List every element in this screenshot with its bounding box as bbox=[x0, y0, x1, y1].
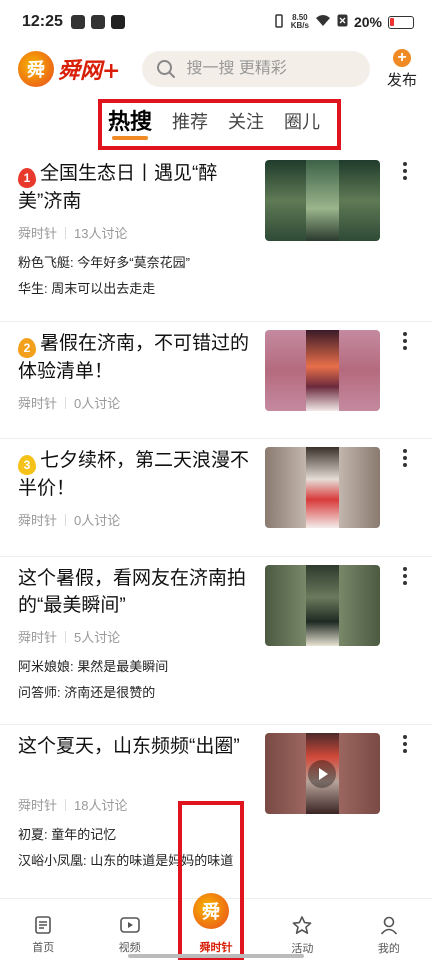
tiktok-icon bbox=[110, 15, 125, 29]
vibrate-icon bbox=[273, 13, 285, 31]
comment-user: 阿米娘娘 bbox=[18, 659, 71, 674]
feed-item-title-text: 七夕续杯，第二天浪漫不半价！ bbox=[18, 450, 250, 499]
star-icon bbox=[293, 916, 312, 934]
feed-item-title-text: 暑假在济南，不可错过的体验清单！ bbox=[18, 333, 250, 382]
comment-text: 周末可以出去走走 bbox=[51, 281, 156, 296]
more-options-icon[interactable] bbox=[398, 733, 412, 755]
feed-item-title: 3 七夕续杯，第二天浪漫不半价！ bbox=[18, 447, 250, 502]
feed-item-video-thumbnail[interactable] bbox=[265, 733, 380, 814]
source-label: 舜时针 bbox=[18, 630, 58, 645]
comment-user: 华生 bbox=[18, 281, 45, 296]
nav-home[interactable]: 首页 bbox=[0, 899, 86, 964]
net-speed-unit: KB/s bbox=[290, 21, 309, 30]
tab-hot-search[interactable]: 热搜 bbox=[108, 102, 152, 140]
feed-item-title: 2 暑假在济南，不可错过的体验清单！ bbox=[18, 330, 250, 385]
feed-item-title: 这个夏天，山东频频“出圈” bbox=[18, 733, 250, 760]
comment: 粉色飞艇: 今年好多“莫奈花园” bbox=[18, 255, 190, 270]
feed-item-thumbnail[interactable] bbox=[265, 447, 380, 528]
discussion-count: 5人讨论 bbox=[74, 630, 121, 645]
app-header: 舜 舜网+ + 发布 bbox=[0, 44, 432, 94]
comment-text: 今年好多“莫奈花园” bbox=[77, 255, 190, 270]
net-speed: 8.50 KB/s bbox=[291, 14, 309, 30]
source-label: 舜时针 bbox=[18, 513, 58, 528]
app-logo-icon: 舜 bbox=[18, 51, 54, 87]
discussion-count: 0人讨论 bbox=[74, 396, 121, 411]
feed-item-thumbnail[interactable] bbox=[265, 160, 380, 241]
feed-list: 1 全国生态日丨遇见“醉美”济南 舜时针 13人讨论 粉色飞艇: 今年好多“莫奈花园… bbox=[0, 152, 432, 885]
comment-user: 粉色飞艇 bbox=[18, 255, 71, 270]
feed-item[interactable]: 3 七夕续杯，第二天浪漫不半价！ 舜时针 0人讨论 bbox=[0, 439, 432, 557]
comment-list: 阿米娘娘: 果然是最美瞬间 问答师: 济南还是很赞的 bbox=[18, 654, 380, 706]
app-logo-text: 舜网+ bbox=[58, 58, 121, 84]
video-icon bbox=[119, 917, 140, 933]
feed-item[interactable]: 这个暑假，看网友在济南拍的“最美瞬间” 舜时针 5人讨论 阿米娘娘: 果然是最美瞬… bbox=[0, 557, 432, 725]
rank-badge: 3 bbox=[18, 455, 36, 475]
feed-item-thumbnail[interactable] bbox=[265, 330, 380, 411]
publish-label: 发布 bbox=[386, 71, 417, 89]
search-box[interactable] bbox=[142, 51, 371, 87]
source-label: 舜时针 bbox=[18, 226, 58, 241]
nav-profile[interactable]: 我的 bbox=[346, 899, 432, 964]
tab-circles[interactable]: 圈儿 bbox=[284, 102, 320, 134]
comment-user: 汉峪小凤凰 bbox=[18, 853, 84, 868]
comment: 问答师: 济南还是很赞的 bbox=[18, 685, 156, 700]
publish-button[interactable]: + 发布 bbox=[384, 48, 420, 90]
tab-follow[interactable]: 关注 bbox=[228, 102, 264, 134]
status-bar: 12:25 8.50 KB/s 20% bbox=[0, 0, 432, 44]
nav-video-label: 视频 bbox=[118, 942, 141, 954]
plus-icon: + bbox=[393, 48, 411, 67]
mail-icon bbox=[90, 15, 105, 29]
nav-highlight-frame bbox=[178, 801, 244, 960]
status-right: 8.50 KB/s 20% bbox=[273, 14, 414, 31]
comment-text: 济南还是很赞的 bbox=[64, 685, 156, 700]
comment-text: 童年的记忆 bbox=[51, 827, 117, 842]
feed-item-title: 这个暑假，看网友在济南拍的“最美瞬间” bbox=[18, 565, 250, 619]
sim-off-icon bbox=[337, 14, 348, 30]
notification-icon bbox=[70, 15, 85, 29]
comment-list: 粉色飞艇: 今年好多“莫奈花园” 华生: 周末可以出去走走 bbox=[18, 250, 380, 302]
feed-item-title-text: 全国生态日丨遇见“醉美”济南 bbox=[18, 163, 218, 212]
discussion-count: 18人讨论 bbox=[74, 798, 128, 813]
tab-recommend[interactable]: 推荐 bbox=[172, 102, 208, 134]
source-label: 舜时针 bbox=[18, 798, 58, 813]
source-label: 舜时针 bbox=[18, 396, 58, 411]
user-icon bbox=[380, 916, 397, 935]
feed-item-title-text: 这个夏天，山东频频“出圈” bbox=[18, 736, 240, 757]
nav-profile-label: 我的 bbox=[377, 943, 400, 955]
comment-user: 问答师 bbox=[18, 685, 58, 700]
rank-badge: 2 bbox=[18, 338, 36, 358]
search-input[interactable] bbox=[186, 60, 357, 78]
more-options-icon[interactable] bbox=[398, 447, 412, 469]
battery-percent: 20% bbox=[353, 14, 382, 30]
comment: 华生: 周末可以出去走走 bbox=[18, 281, 156, 296]
more-options-icon[interactable] bbox=[398, 330, 412, 352]
feed-item[interactable]: 1 全国生态日丨遇见“醉美”济南 舜时针 13人讨论 粉色飞艇: 今年好多“莫奈花园… bbox=[0, 152, 432, 322]
feed-item[interactable]: 2 暑假在济南，不可错过的体验清单！ 舜时针 0人讨论 bbox=[0, 322, 432, 439]
home-indicator[interactable] bbox=[128, 954, 304, 958]
search-icon bbox=[157, 60, 176, 78]
battery-icon bbox=[388, 15, 414, 29]
feed-tabs: 热搜 推荐 关注 圈儿 bbox=[108, 102, 340, 146]
news-icon bbox=[35, 916, 52, 934]
nav-home-label: 首页 bbox=[32, 942, 55, 954]
more-options-icon[interactable] bbox=[398, 565, 412, 587]
feed-item-title-text: 这个暑假，看网友在济南拍的“最美瞬间” bbox=[18, 568, 247, 616]
discussion-count: 0人讨论 bbox=[74, 513, 121, 528]
comment-text: 果然是最美瞬间 bbox=[77, 659, 169, 674]
discussion-count: 13人讨论 bbox=[74, 226, 128, 241]
wifi-icon bbox=[315, 14, 331, 30]
feed-item-thumbnail[interactable] bbox=[265, 565, 380, 646]
status-time: 12:25 bbox=[22, 13, 63, 30]
rank-badge: 1 bbox=[18, 168, 36, 188]
play-icon[interactable] bbox=[308, 760, 336, 788]
feed-item-title: 1 全国生态日丨遇见“醉美”济南 bbox=[18, 160, 250, 215]
comment-user: 初夏 bbox=[18, 827, 45, 842]
more-options-icon[interactable] bbox=[398, 160, 412, 182]
comment: 阿米娘娘: 果然是最美瞬间 bbox=[18, 659, 169, 674]
